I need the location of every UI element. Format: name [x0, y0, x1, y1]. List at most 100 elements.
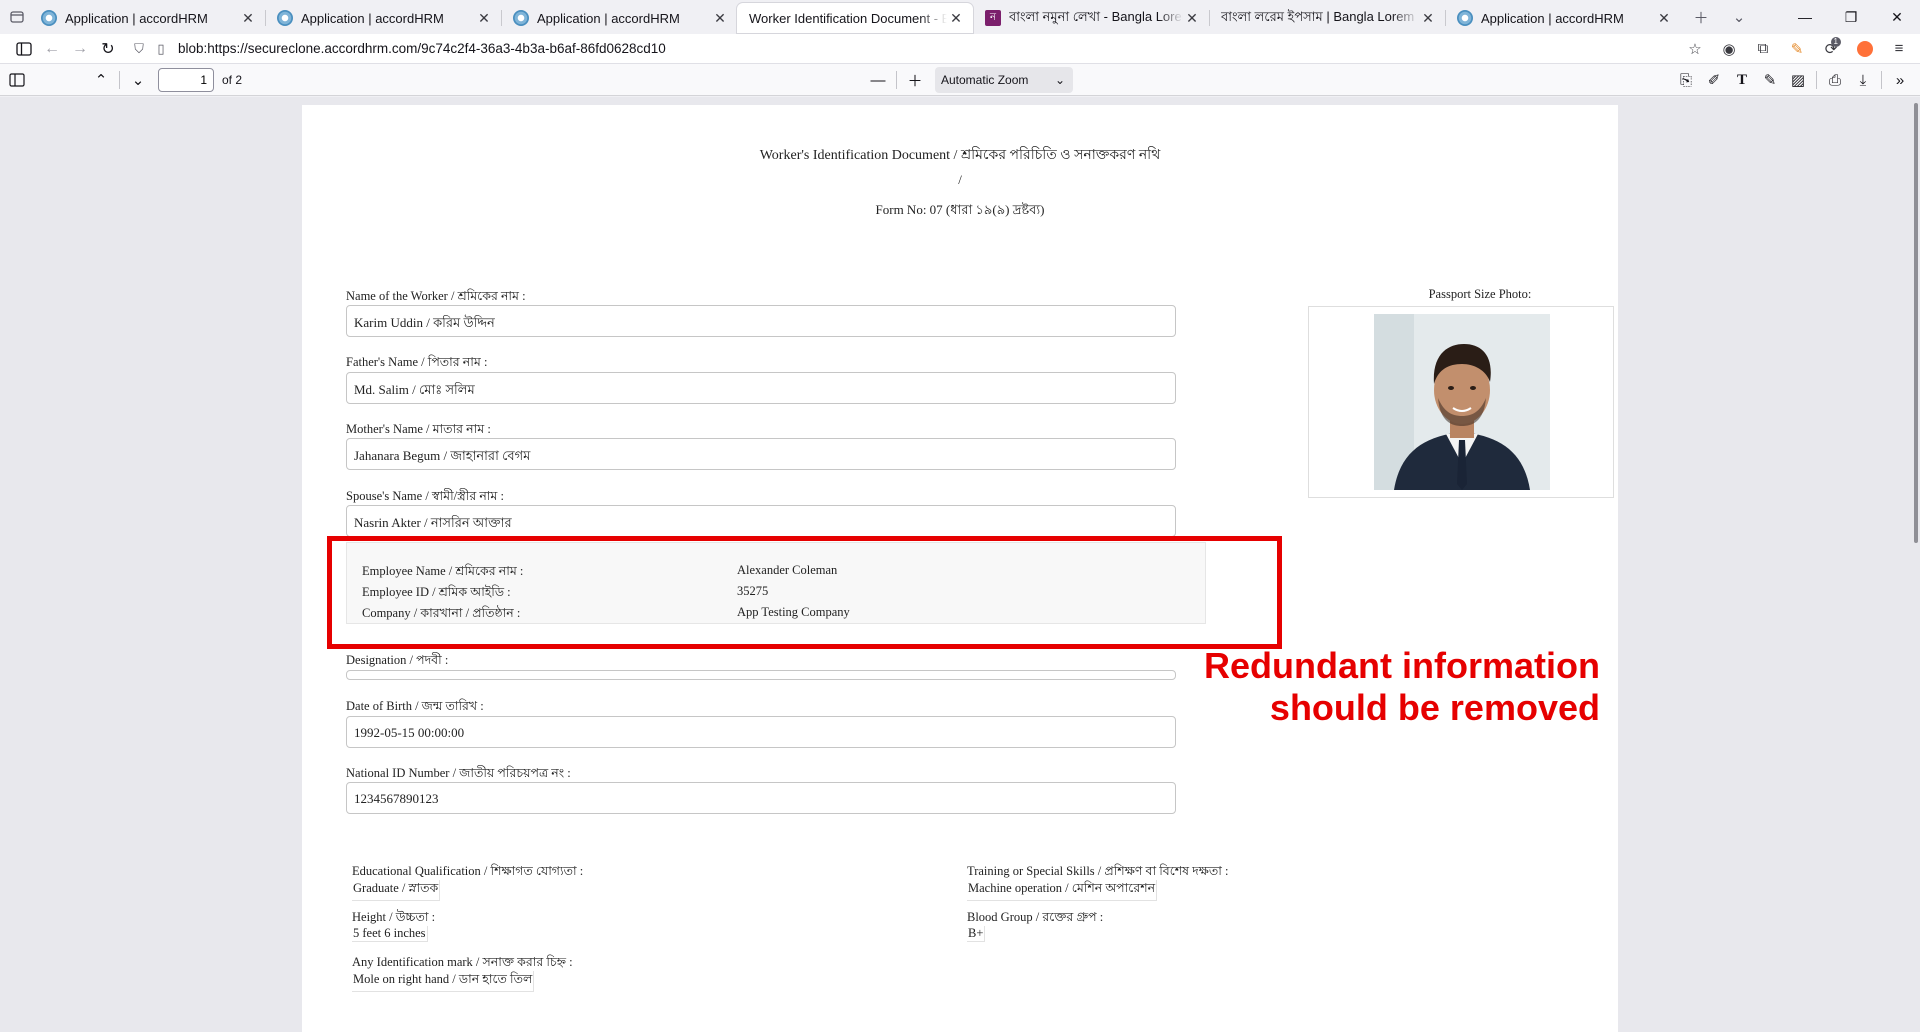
designation-field [346, 670, 1176, 680]
toolbar-separator [1881, 71, 1882, 89]
close-tab-icon[interactable]: ✕ [947, 9, 965, 27]
save-download-icon[interactable]: ⤓ [1849, 67, 1877, 93]
minimize-window-icon[interactable]: — [1782, 0, 1828, 34]
extensions-puzzle-icon[interactable]: ⧉ [1748, 36, 1778, 62]
mother-name-field: Jahanara Begum / জাহানারা বেগম [346, 438, 1176, 470]
close-tab-icon[interactable]: ✕ [1655, 9, 1673, 27]
tab-accordhrm-2[interactable]: Application | accordHRM ✕ [265, 3, 501, 33]
father-name-field: Md. Salim / মোঃ সলিম [346, 372, 1176, 404]
accordhrm-favicon-icon [277, 10, 293, 26]
tab-title: Worker Identification Document - Emp [749, 10, 947, 26]
worker-name-field: Karim Uddin / করিম উদ্দিন [346, 305, 1176, 337]
navigation-bar: ← → ↻ ⛉ ▯ blob:https://secureclone.accor… [0, 34, 1920, 64]
close-tab-icon[interactable]: ✕ [1183, 9, 1201, 27]
page-count: of 2 [222, 72, 243, 87]
account-icon[interactable]: ◉ [1714, 36, 1744, 62]
passport-photo-image [1374, 314, 1550, 490]
designation-label: Designation / পদবী : [346, 653, 449, 667]
draw-icon[interactable]: ✎ [1756, 67, 1784, 93]
training-value: Machine operation / মেশিন অপারেশন [967, 880, 1158, 901]
accordhrm-favicon-icon [1457, 10, 1473, 26]
toolbar-separator [896, 71, 897, 89]
highlight-icon[interactable]: ✐ [1700, 67, 1728, 93]
edit-pdf-icon[interactable]: ⎘ [1672, 67, 1700, 93]
bangla-lorem-favicon-icon: ন [985, 10, 1001, 26]
toolbar-separator [1816, 71, 1817, 89]
document-title: Worker's Identification Document / শ্রমি… [759, 148, 1161, 163]
national-id-field: 1234567890123 [346, 782, 1176, 814]
date-of-birth-field: 1992-05-15 00:00:00 [346, 716, 1176, 748]
back-arrow-icon[interactable]: ← [38, 36, 66, 62]
height-value: 5 feet 6 inches [352, 926, 428, 942]
extension-flame-icon[interactable]: ✎ [1782, 36, 1812, 62]
next-page-icon[interactable]: ⌄ [124, 67, 152, 93]
accordhrm-favicon-icon [513, 10, 529, 26]
hamburger-menu-icon[interactable]: ≡ [1884, 36, 1914, 62]
toolbar-separator [119, 70, 120, 89]
accordhrm-favicon-icon [41, 10, 57, 26]
restore-window-icon[interactable]: ❐ [1828, 0, 1874, 34]
blood-group-value: B+ [967, 926, 986, 942]
tab-accordhrm-4[interactable]: Application | accordHRM ✕ [1445, 3, 1681, 33]
tab-accordhrm-1[interactable]: Application | accordHRM ✕ [29, 3, 265, 33]
close-window-icon[interactable]: ✕ [1874, 0, 1920, 34]
tab-title: Application | accordHRM [1481, 10, 1624, 26]
extension-badge-count: 1 [1830, 36, 1841, 47]
tab-bangla-lorem-1[interactable]: ন বাংলা নমুনা লেখা - Bangla Lorem Ip ✕ [973, 3, 1209, 33]
date-of-birth-label: Date of Birth / জন্ম তারিখ : [346, 699, 484, 713]
add-text-icon[interactable]: T [1728, 67, 1756, 93]
reload-icon[interactable]: ↻ [94, 36, 122, 62]
zoom-out-icon[interactable]: — [864, 67, 892, 93]
tab-strip: Application | accordHRM ✕ Application | … [0, 0, 1920, 34]
url-text[interactable]: blob:https://secureclone.accordhrm.com/9… [178, 41, 666, 56]
annotation-line-2: should be removed [1269, 687, 1600, 728]
document-subtitle-separator: / [958, 172, 962, 187]
form-number: Form No: 07 (ধারা ১৯(৯) দ্রষ্টব্য) [875, 202, 1045, 217]
tab-title: Application | accordHRM [65, 10, 208, 26]
zoom-select[interactable]: Automatic Zoom ⌄ [935, 67, 1073, 93]
close-tab-icon[interactable]: ✕ [239, 9, 257, 27]
passport-photo-label: Passport Size Photo: [1428, 287, 1532, 301]
spouse-name-field: Nasrin Akter / নাসরিন আক্তার [346, 505, 1176, 537]
previous-page-icon[interactable]: ⌃ [87, 67, 115, 93]
toggle-sidebar-icon[interactable] [3, 67, 31, 93]
tools-menu-icon[interactable]: » [1886, 67, 1914, 93]
chevron-down-icon: ⌄ [1054, 73, 1065, 87]
zoom-in-icon[interactable]: ＋ [901, 67, 929, 93]
tab-title: Application | accordHRM [301, 10, 444, 26]
tab-accordhrm-3[interactable]: Application | accordHRM ✕ [501, 3, 737, 33]
print-icon[interactable]: ⎙ [1821, 67, 1849, 93]
passport-photo-frame [1308, 306, 1614, 498]
address-bar[interactable]: ⛉ ▯ blob:https://secureclone.accordhrm.c… [128, 36, 1680, 62]
tab-bangla-lorem-2[interactable]: বাংলা লরেম ইপসাম | Bangla Lorem Ip ✕ [1209, 3, 1445, 33]
blood-group-label: Blood Group / রক্তের গ্রুপ : [967, 910, 1104, 924]
tab-title: Application | accordHRM [537, 10, 680, 26]
forward-arrow-icon[interactable]: → [66, 36, 94, 62]
tracking-protection-shield-icon[interactable]: ⛉ [128, 41, 150, 57]
firefox-view-icon[interactable] [5, 5, 29, 29]
close-tab-icon[interactable]: ✕ [711, 9, 729, 27]
tab-worker-identification[interactable]: Worker Identification Document - Emp ✕ [737, 3, 973, 33]
extension-badge-icon[interactable]: ⟳ 1 [1816, 36, 1846, 62]
add-image-icon[interactable]: ▨ [1784, 67, 1812, 93]
bookmark-star-icon[interactable]: ☆ [1680, 36, 1710, 62]
education-value: Graduate / স্নাতক [352, 880, 441, 901]
close-tab-icon[interactable]: ✕ [1419, 9, 1437, 27]
pdf-toolbar: ⌃ ⌄ of 2 — ＋ Automatic Zoom ⌄ ⎘ ✐ T ✎ ▨ … [0, 64, 1920, 96]
firefox-account-icon[interactable] [1850, 36, 1880, 62]
identification-mark-value: Mole on right hand / ডান হাতে তিল [352, 971, 535, 992]
zoom-select-value: Automatic Zoom [941, 73, 1029, 87]
tab-title: বাংলা লরেম ইপসাম | Bangla Lorem Ip [1221, 8, 1419, 24]
tab-title: বাংলা নমুনা লেখা - Bangla Lorem Ip [1009, 8, 1183, 24]
close-tab-icon[interactable]: ✕ [475, 9, 493, 27]
new-tab-icon[interactable]: ＋ [1689, 5, 1713, 29]
sidebar-toggle-icon[interactable] [10, 36, 38, 62]
vertical-scrollbar[interactable] [1914, 103, 1918, 543]
list-all-tabs-icon[interactable]: ⌄ [1727, 5, 1751, 29]
father-name-label: Father's Name / পিতার নাম : [346, 355, 488, 369]
page-info-icon[interactable]: ▯ [150, 41, 172, 57]
page-number-input[interactable] [158, 67, 214, 92]
annotation-line-1: Redundant information [1204, 645, 1600, 686]
redundant-info-highlight-box [327, 536, 1282, 649]
annotation-note: Redundant information should be removed [1080, 645, 1600, 729]
